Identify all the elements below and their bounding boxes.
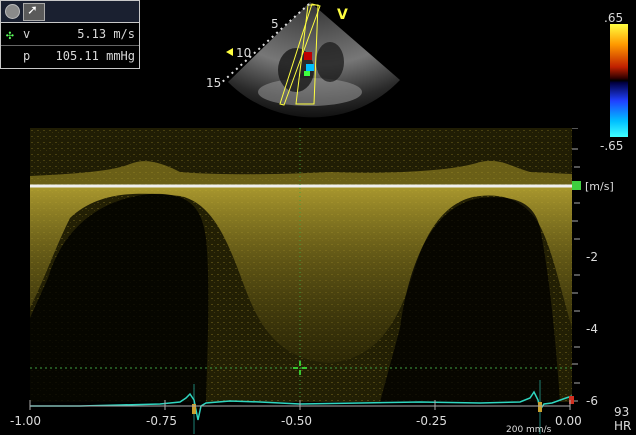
measurement-cursor-icon[interactable] <box>292 360 308 376</box>
echo-sector-image: 5 10 15 V <box>206 2 400 118</box>
time-label-minus-1-00: -1.00 <box>10 414 42 428</box>
circle-tool-button[interactable] <box>5 4 20 19</box>
pressure-row: p 105.11 mmHg <box>1 46 139 67</box>
heart-rate-value: 93 <box>614 405 630 419</box>
colorbar-min-label: -.65 <box>600 139 624 153</box>
velocity-axis <box>572 128 580 402</box>
depth-label-5: 5 <box>271 17 279 31</box>
time-label-0-00: 0.00 <box>555 414 582 428</box>
time-label-minus-0-75: -0.75 <box>146 414 178 428</box>
velocity-label: v <box>23 27 31 41</box>
time-axis <box>29 400 571 410</box>
velocity-unit: [m/s] <box>585 180 614 193</box>
velocity-color-bar <box>610 24 628 137</box>
orientation-marker: V <box>337 7 348 23</box>
pressure-label: p <box>23 49 31 63</box>
velocity-label-minus-4: -4 <box>586 322 598 336</box>
velocity-label-minus-2: -2 <box>586 250 598 264</box>
pressure-value: 105.11 mmHg <box>55 49 135 63</box>
heart-rate-unit: HR <box>614 419 632 433</box>
pointer-icon: ➚ <box>27 3 38 18</box>
velocity-row: ✣ v 5.13 m/s <box>1 24 139 45</box>
cursor-tool-button[interactable]: ➚ <box>23 3 45 21</box>
depth-label-15: 15 <box>206 76 221 90</box>
depth-label-10: 10 <box>236 46 251 60</box>
measurement-toolbar: ➚ <box>1 1 139 23</box>
focus-marker-icon <box>226 48 233 56</box>
velocity-value: 5.13 m/s <box>77 27 135 41</box>
measurement-panel: ➚ ✣ v 5.13 m/s p 105.11 mmHg <box>0 0 140 69</box>
time-label-minus-0-50: -0.50 <box>281 414 313 428</box>
colorbar-max-label: .65 <box>604 11 624 25</box>
crosshair-icon: ✣ <box>6 28 14 43</box>
time-label-minus-0-25: -0.25 <box>416 414 448 428</box>
baseline-handle[interactable] <box>572 181 581 190</box>
